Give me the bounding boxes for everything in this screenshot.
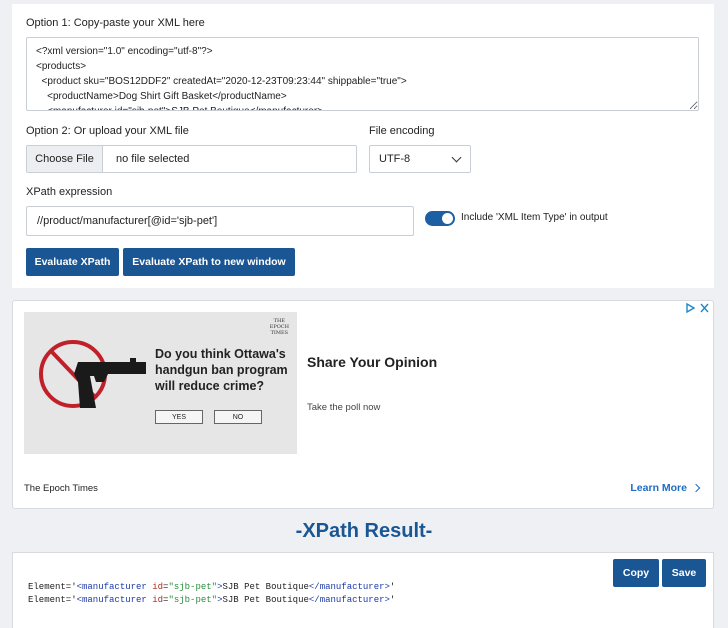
option1-label: Option 1: Copy-paste your XML here (26, 17, 205, 29)
result-line: Element='<manufacturer id="sjb-pet">SJB … (28, 582, 396, 592)
result-line: Element='<manufacturer id="sjb-pet">SJB … (28, 595, 396, 605)
no-handgun-icon (39, 340, 146, 408)
advertisement[interactable]: THE EPOCH TIMES Do you think Ottawa's hand… (12, 300, 714, 509)
ad-question: Do you think Ottawa's handgun ban progra… (155, 347, 288, 393)
learn-more-link[interactable]: Learn More (630, 482, 701, 494)
choose-file-button[interactable]: Choose File (27, 146, 103, 172)
epoch-times-logo: THE EPOCH TIMES (269, 318, 289, 336)
toggle-knob (442, 213, 453, 224)
close-icon[interactable] (700, 303, 709, 316)
encoding-value: UTF-8 (379, 153, 411, 165)
include-item-type-toggle[interactable] (425, 211, 455, 226)
xpath-input[interactable] (26, 206, 414, 236)
file-upload[interactable]: Choose File no file selected (26, 145, 357, 173)
option2-label: Option 2: Or upload your XML file (26, 125, 189, 137)
ad-choices[interactable] (686, 302, 709, 316)
save-button[interactable]: Save (662, 559, 706, 587)
ad-subtitle: Take the poll now (307, 402, 381, 413)
file-status: no file selected (116, 153, 190, 165)
xml-input[interactable]: <?xml version="1.0" encoding="utf-8"?> <… (26, 37, 699, 111)
evaluate-xpath-button[interactable]: Evaluate XPath (26, 248, 119, 276)
ad-yes-button[interactable]: YES (155, 410, 203, 424)
result-heading: -XPath Result- (295, 520, 433, 542)
chevron-right-icon (691, 483, 701, 493)
encoding-label: File encoding (369, 125, 435, 137)
ad-image[interactable]: THE EPOCH TIMES Do you think Ottawa's hand… (24, 312, 297, 454)
include-item-type-label: Include 'XML Item Type' in output (461, 212, 608, 223)
adchoices-icon[interactable] (686, 302, 696, 316)
ad-no-button[interactable]: NO (214, 410, 262, 424)
chevron-down-icon (451, 152, 462, 162)
result-panel: Element='<manufacturer id="sjb-pet">SJB … (12, 552, 714, 628)
result-output: Element='<manufacturer id="sjb-pet">SJB … (28, 568, 395, 607)
xpath-label: XPath expression (26, 186, 113, 198)
ad-title[interactable]: Share Your Opinion (307, 354, 437, 370)
evaluate-new-window-button[interactable]: Evaluate XPath to new window (123, 248, 295, 276)
encoding-select[interactable]: UTF-8 (369, 145, 471, 173)
copy-button[interactable]: Copy (613, 559, 659, 587)
ad-source: The Epoch Times (24, 483, 98, 494)
